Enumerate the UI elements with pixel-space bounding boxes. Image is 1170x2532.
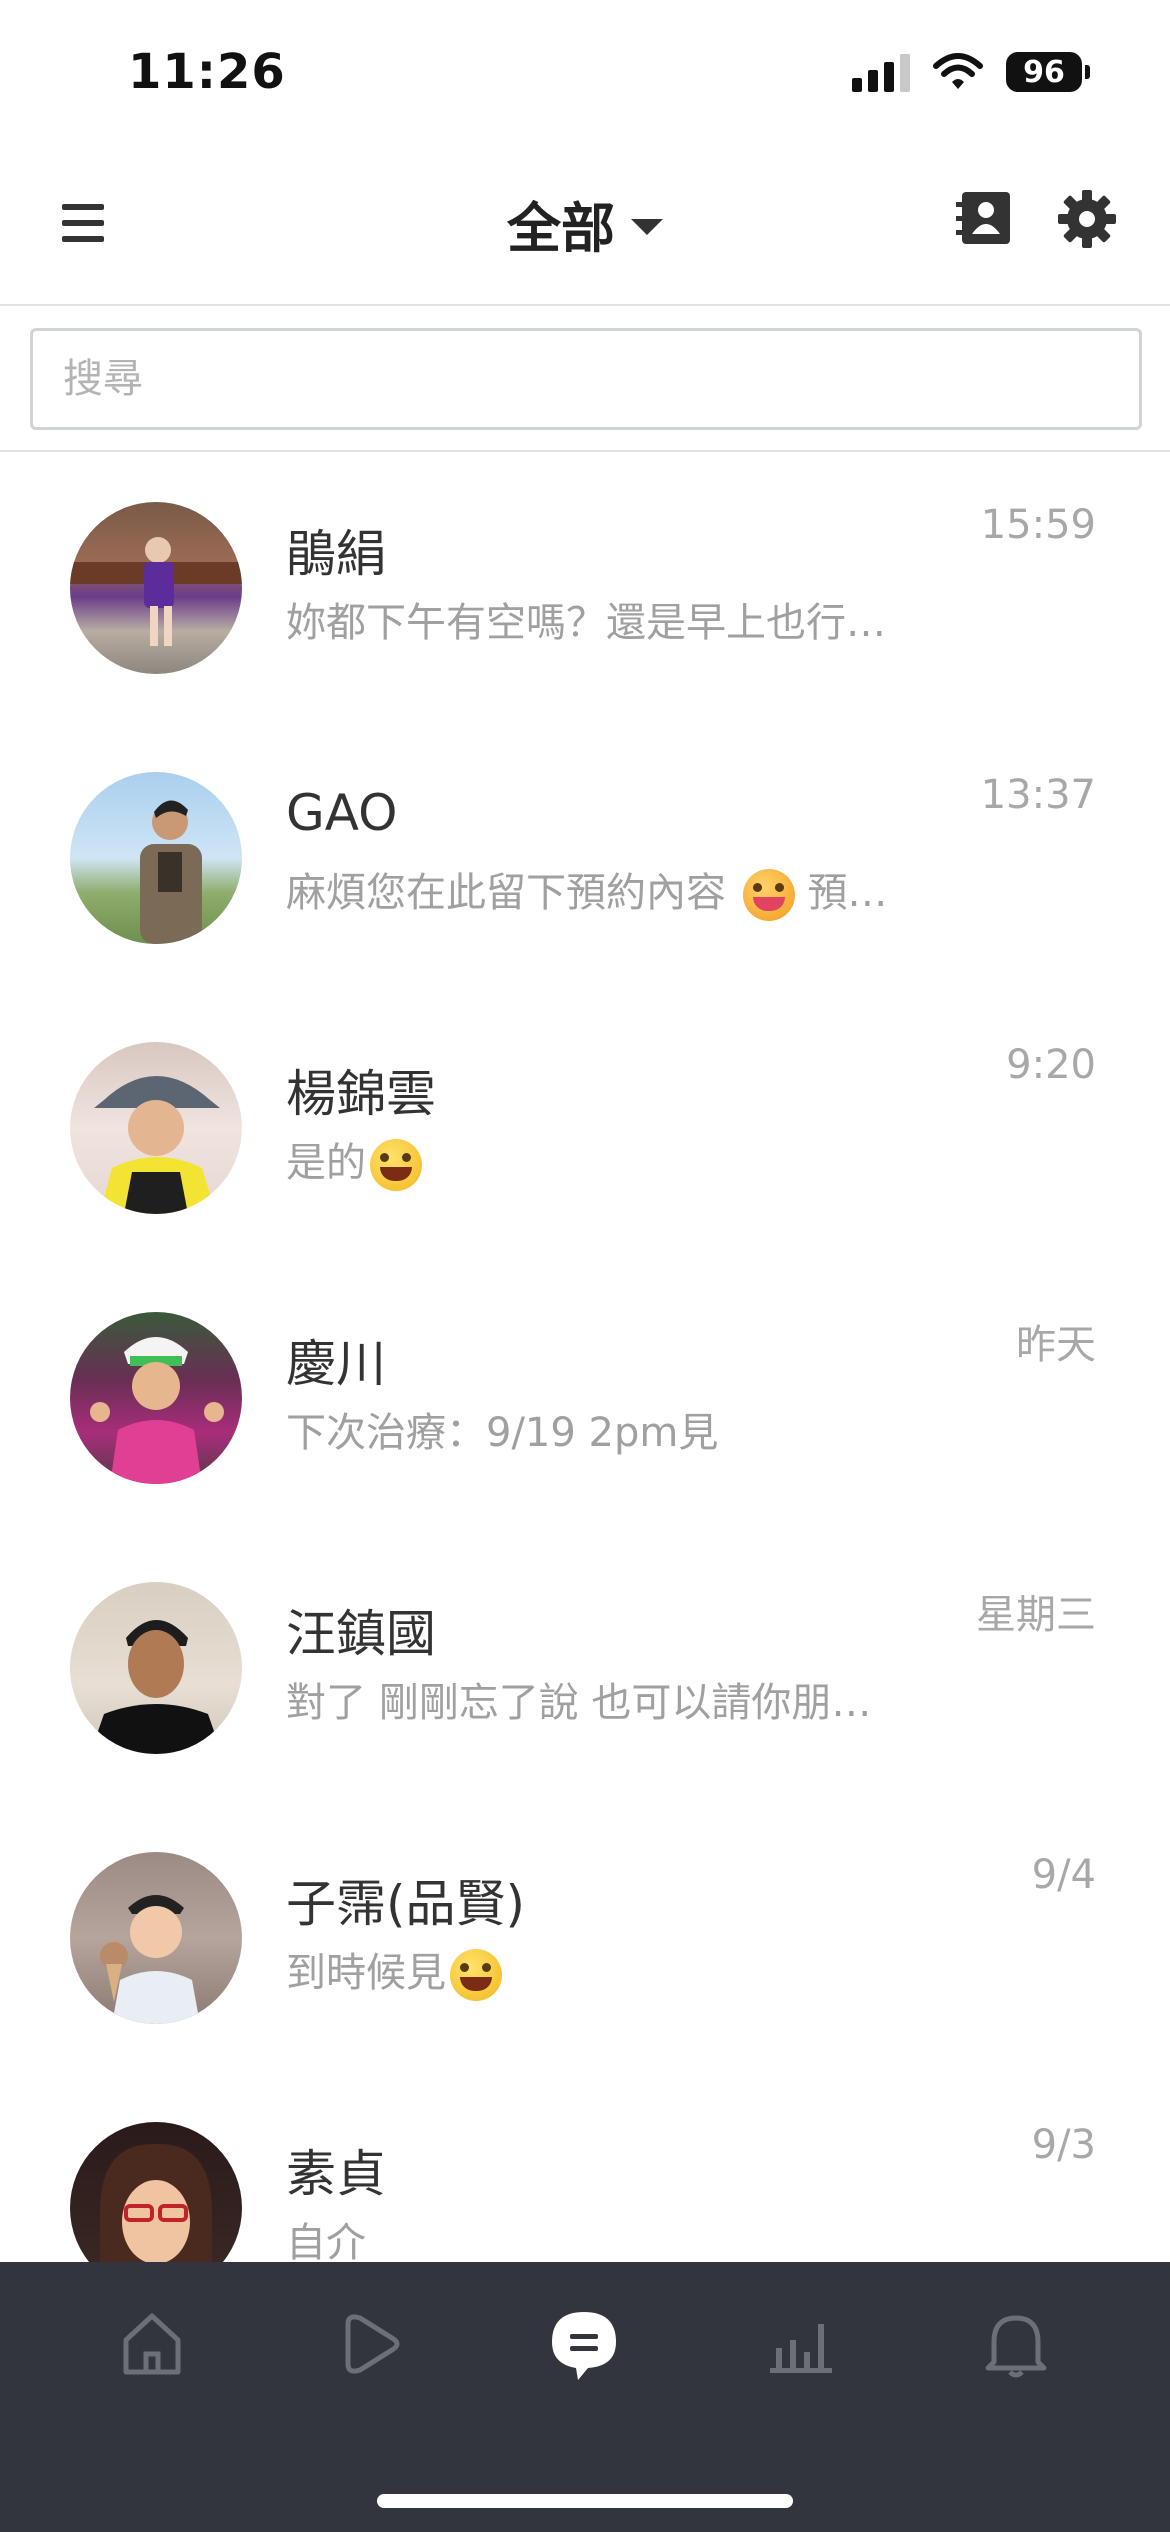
chat-time: 13:37 [980,772,1096,818]
grinning-face-emoji-icon [370,1139,422,1191]
voom-play-icon[interactable] [330,2304,410,2384]
chat-icon[interactable] [544,2304,624,2384]
search-input[interactable] [30,328,1142,430]
chat-name: GAO [286,784,398,842]
chat-item[interactable]: 子霈(品賢) 到時候見 9/4 [0,1802,1170,2072]
chat-preview: 妳都下午有空嗎？還是早上也行… [286,600,886,646]
preview-suffix: 預… [807,870,888,916]
chat-preview: 自介 [286,2220,366,2262]
chat-item[interactable]: 汪鎮國 對了 剛剛忘了說 也可以請你朋… 星期三 [0,1532,1170,1802]
chat-preview: 下次治療：9/19 2pm見 [286,1410,719,1456]
chat-name: 汪鎮國 [286,1605,436,1663]
chat-name: 慶川 [286,1335,386,1393]
home-icon[interactable] [112,2304,192,2384]
avatar [70,502,242,674]
signal-icon [852,52,910,92]
preview-text: 到時候見 [286,1950,446,1996]
chat-name: 鵑絹 [286,525,386,583]
avatar [70,1852,242,2024]
wifi-icon [933,53,983,89]
tab-bar [0,2262,1170,2532]
chat-preview: 麻煩您在此留下預約內容 預… [286,860,887,921]
battery-level: 96 [1006,52,1082,92]
page-title: 全部 [507,197,615,260]
insights-chart-icon[interactable] [760,2304,840,2384]
chat-item[interactable]: 鵑絹 妳都下午有空嗎？還是早上也行… 15:59 [0,452,1170,722]
gear-icon[interactable] [1056,188,1118,250]
tongue-face-emoji-icon [742,869,795,921]
avatar [70,1312,242,1484]
status-time: 11:26 [128,44,286,100]
avatar [70,1042,242,1214]
battery-icon: 96 [1006,52,1090,92]
chat-item[interactable]: 慶川 下次治療：9/19 2pm見 昨天 [0,1262,1170,1532]
contact-book-icon[interactable] [954,188,1014,248]
avatar [70,1582,242,1754]
chat-item[interactable]: 楊錦雲 是的 9:20 [0,992,1170,1262]
header: 全部 [0,150,1170,306]
chat-time: 9:20 [1006,1042,1096,1088]
notification-bell-icon[interactable] [976,2304,1056,2384]
chat-list[interactable]: 鵑絹 妳都下午有空嗎？還是早上也行… 15:59 GAO 麻煩您在此留下預約內容… [0,452,1170,2262]
chat-time: 9/3 [1031,2122,1096,2168]
chat-item[interactable]: GAO 麻煩您在此留下預約內容 預… 13:37 [0,722,1170,992]
home-indicator [377,2494,793,2508]
chat-time: 9/4 [1031,1852,1096,1898]
chat-name: 子霈(品賢) [286,1875,526,1933]
grinning-face-emoji-icon [450,1949,502,2001]
chat-preview: 對了 剛剛忘了說 也可以請你朋… [286,1680,872,1726]
preview-text: 是的 [286,1140,366,1186]
status-bar: 11:26 96 [0,0,1170,150]
avatar [70,2122,242,2262]
search-area [0,306,1170,452]
chat-item[interactable]: 素貞 自介 9/3 [0,2072,1170,2262]
chat-time: 15:59 [980,502,1096,548]
chat-name: 楊錦雲 [286,1065,436,1123]
chat-time: 昨天 [1016,1322,1096,1368]
avatar [70,772,242,944]
chat-time: 星期三 [976,1592,1096,1638]
chat-name: 素貞 [286,2145,386,2203]
chat-preview: 到時候見 [286,1940,502,2001]
preview-text: 麻煩您在此留下預約內容 [286,870,726,916]
caret-down-icon [631,218,663,235]
status-icons: 96 [852,52,1090,92]
chat-preview: 是的 [286,1130,422,1191]
